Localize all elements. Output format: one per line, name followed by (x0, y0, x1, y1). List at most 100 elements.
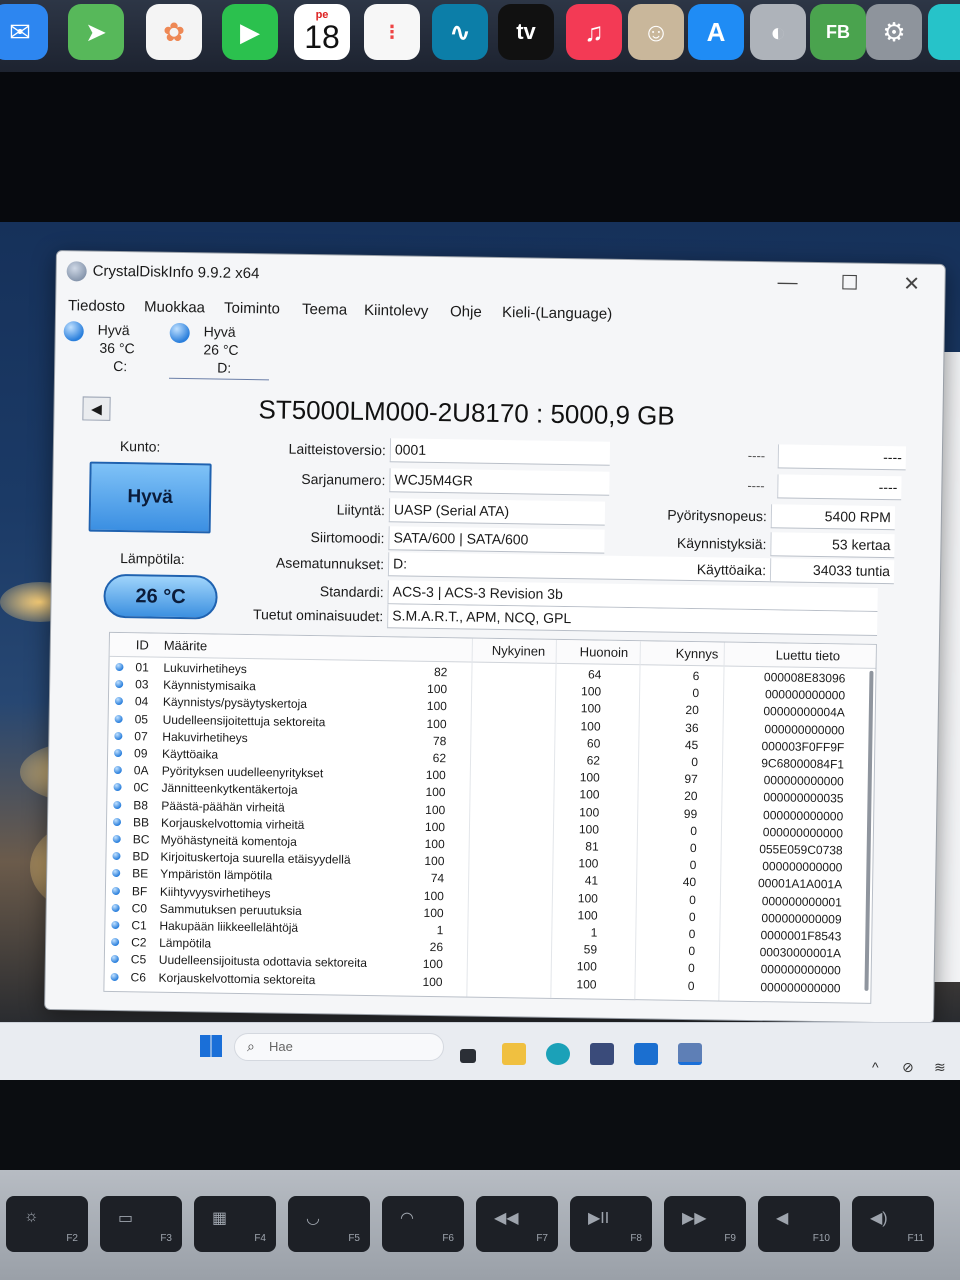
keyboard-key-f6[interactable]: ◠ F6 (382, 1196, 464, 1252)
temperature-button[interactable]: 26 °C (103, 573, 218, 620)
cell-threshold: 20 (684, 789, 698, 804)
status-dot-icon (115, 662, 124, 672)
tray-chevron-icon[interactable]: ^ (872, 1059, 879, 1075)
keyboard-key-f11[interactable]: ◀) F11 (852, 1196, 934, 1252)
status-dot-icon (111, 920, 120, 930)
cell-name: Pyörityksen uudelleenyritykset (161, 763, 324, 781)
column-header-worst[interactable]: Huonoin (580, 644, 629, 660)
status-dot-icon (110, 972, 119, 981)
cell-worst: 100 (579, 787, 600, 802)
menu-ohje[interactable]: Ohje (450, 303, 482, 320)
maps-icon[interactable]: ➤ (68, 4, 124, 60)
cell-id: 0A (133, 763, 149, 778)
keyboard-key-f10[interactable]: ◀ F10 (758, 1196, 840, 1252)
edge-browser-icon[interactable] (546, 1043, 570, 1065)
photos-icon[interactable]: ✿ (146, 4, 202, 60)
mail-icon[interactable]: ✉ (0, 4, 48, 60)
menu-kieli[interactable]: Kieli-(Language) (502, 304, 612, 323)
calendar-icon[interactable]: pe 18 (294, 4, 350, 60)
extra-app-icon[interactable] (928, 4, 960, 60)
minimize-button[interactable]: — (764, 266, 810, 299)
transfer-mode-label: Siirtomoodi: (310, 529, 385, 547)
keyboard-key-f2[interactable]: ☼ F2 (6, 1196, 88, 1252)
column-header-raw[interactable]: Luettu tieto (776, 647, 841, 663)
cell-id: 0C (133, 780, 150, 795)
column-header-attribute[interactable]: Määrite (164, 638, 208, 654)
cell-worst: 81 (585, 839, 599, 854)
cell-current: 1 (436, 923, 444, 938)
keyboard-key-f3[interactable]: ▭ F3 (100, 1196, 182, 1252)
apple-tv-icon[interactable]: tv (498, 4, 554, 60)
cell-name: Korjauskelvottomia virheitä (160, 815, 305, 832)
file-explorer-icon[interactable] (502, 1043, 526, 1065)
cell-name: Uudelleensijoitusta odottavia sektoreita (158, 953, 368, 971)
status-dot-icon (113, 783, 122, 792)
column-header-current[interactable]: Nykyinen (492, 643, 546, 659)
column-header-id[interactable]: ID (136, 637, 149, 652)
store-icon[interactable] (590, 1043, 614, 1065)
freeform-icon[interactable]: ∿ (432, 4, 488, 60)
wifi-icon[interactable]: ≋ (934, 1059, 946, 1076)
key-symbol-icon: ▦ (212, 1210, 228, 1227)
health-status-button[interactable]: Hyvä (88, 461, 212, 534)
keyboard-key-f7[interactable]: ◀◀ F7 (476, 1196, 558, 1252)
cell-threshold: 0 (689, 892, 696, 907)
cell-id: 07 (134, 729, 148, 744)
empty-field: ---- (777, 444, 907, 471)
status-dot-icon (169, 322, 190, 344)
cell-name: Hakupään liikkeellelähtöjä (159, 918, 299, 935)
app-store-icon[interactable]: A (688, 4, 744, 60)
fb-app-icon[interactable]: FB (810, 4, 866, 60)
menu-teema[interactable]: Teema (302, 301, 347, 319)
facetime-icon[interactable]: ▶ (222, 4, 278, 60)
keyboard-key-f9[interactable]: ▶▶ F9 (664, 1196, 746, 1252)
cell-worst: 41 (584, 873, 599, 888)
music-icon[interactable]: ♫ (566, 4, 622, 60)
power-hours-label: Käyttöaika: (696, 561, 767, 579)
menu-muokkaa[interactable]: Muokkaa (144, 298, 205, 316)
reminders-icon[interactable]: ⋮ (364, 4, 420, 60)
cell-id: 03 (135, 677, 149, 692)
windows-taskbar: ⌕ Hae ^ ⊘ ≋ (0, 1022, 960, 1080)
network-icon[interactable]: ⊘ (902, 1059, 914, 1076)
cell-threshold: 0 (687, 961, 695, 976)
cell-threshold: 0 (690, 823, 698, 838)
cell-worst: 100 (580, 684, 602, 699)
menu-kiintolevy[interactable]: Kiintolevy (364, 302, 428, 320)
menu-tiedosto[interactable]: Tiedosto (68, 297, 125, 315)
laptop-bezel-top (0, 72, 960, 222)
crystaldiskinfo-window: CrystalDiskInfo 9.9.2 x64 — ☐ ✕ Tiedosto… (44, 250, 946, 1024)
drive-tab-c[interactable]: Hyvä 36 °C C: (63, 319, 164, 379)
cell-id: B8 (133, 797, 149, 813)
column-header-threshold[interactable]: Kynnys (676, 646, 719, 662)
previous-drive-button[interactable]: ◀ (82, 396, 111, 421)
cell-worst: 100 (578, 822, 600, 837)
settings-icon[interactable]: ⚙ (866, 4, 922, 60)
keyboard-key-f8[interactable]: ▶II F8 (570, 1196, 652, 1252)
taskbar-search-input[interactable]: ⌕ Hae (234, 1033, 444, 1061)
windows-start-icon[interactable] (200, 1035, 222, 1057)
outlook-icon[interactable] (634, 1043, 658, 1065)
cell-worst: 100 (579, 770, 600, 785)
keyboard-key-f4[interactable]: ▦ F4 (194, 1196, 276, 1252)
cell-current: 26 (429, 940, 444, 955)
drive-tab-d[interactable]: Hyvä 26 °C D: (168, 320, 270, 381)
status-dot-icon (111, 938, 120, 947)
status-dot-icon (114, 714, 123, 723)
crystaldiskinfo-taskbar-icon[interactable] (678, 1043, 702, 1065)
maximize-button[interactable]: ☐ (826, 267, 872, 300)
status-dot-icon (113, 766, 122, 775)
status-dot-icon (111, 886, 121, 895)
menu-toiminto[interactable]: Toiminto (224, 300, 280, 318)
keyboard-key-f5[interactable]: ◡ F5 (288, 1196, 370, 1252)
close-button[interactable]: ✕ (888, 268, 934, 301)
status-dot-icon (112, 852, 121, 861)
disk-utility-icon[interactable]: ◐ (750, 4, 806, 60)
contacts-icon[interactable]: ☺ (628, 4, 684, 60)
cell-raw: 000000000000 (762, 859, 843, 875)
cell-name: Päästä-päähän virheitä (161, 798, 285, 815)
cell-id: BE (132, 866, 149, 881)
cell-threshold: 0 (688, 944, 696, 959)
task-view-icon[interactable] (460, 1049, 476, 1063)
smart-attributes-table[interactable]: ID Määrite Nykyinen Huonoin Kynnys Luett… (103, 631, 877, 1004)
